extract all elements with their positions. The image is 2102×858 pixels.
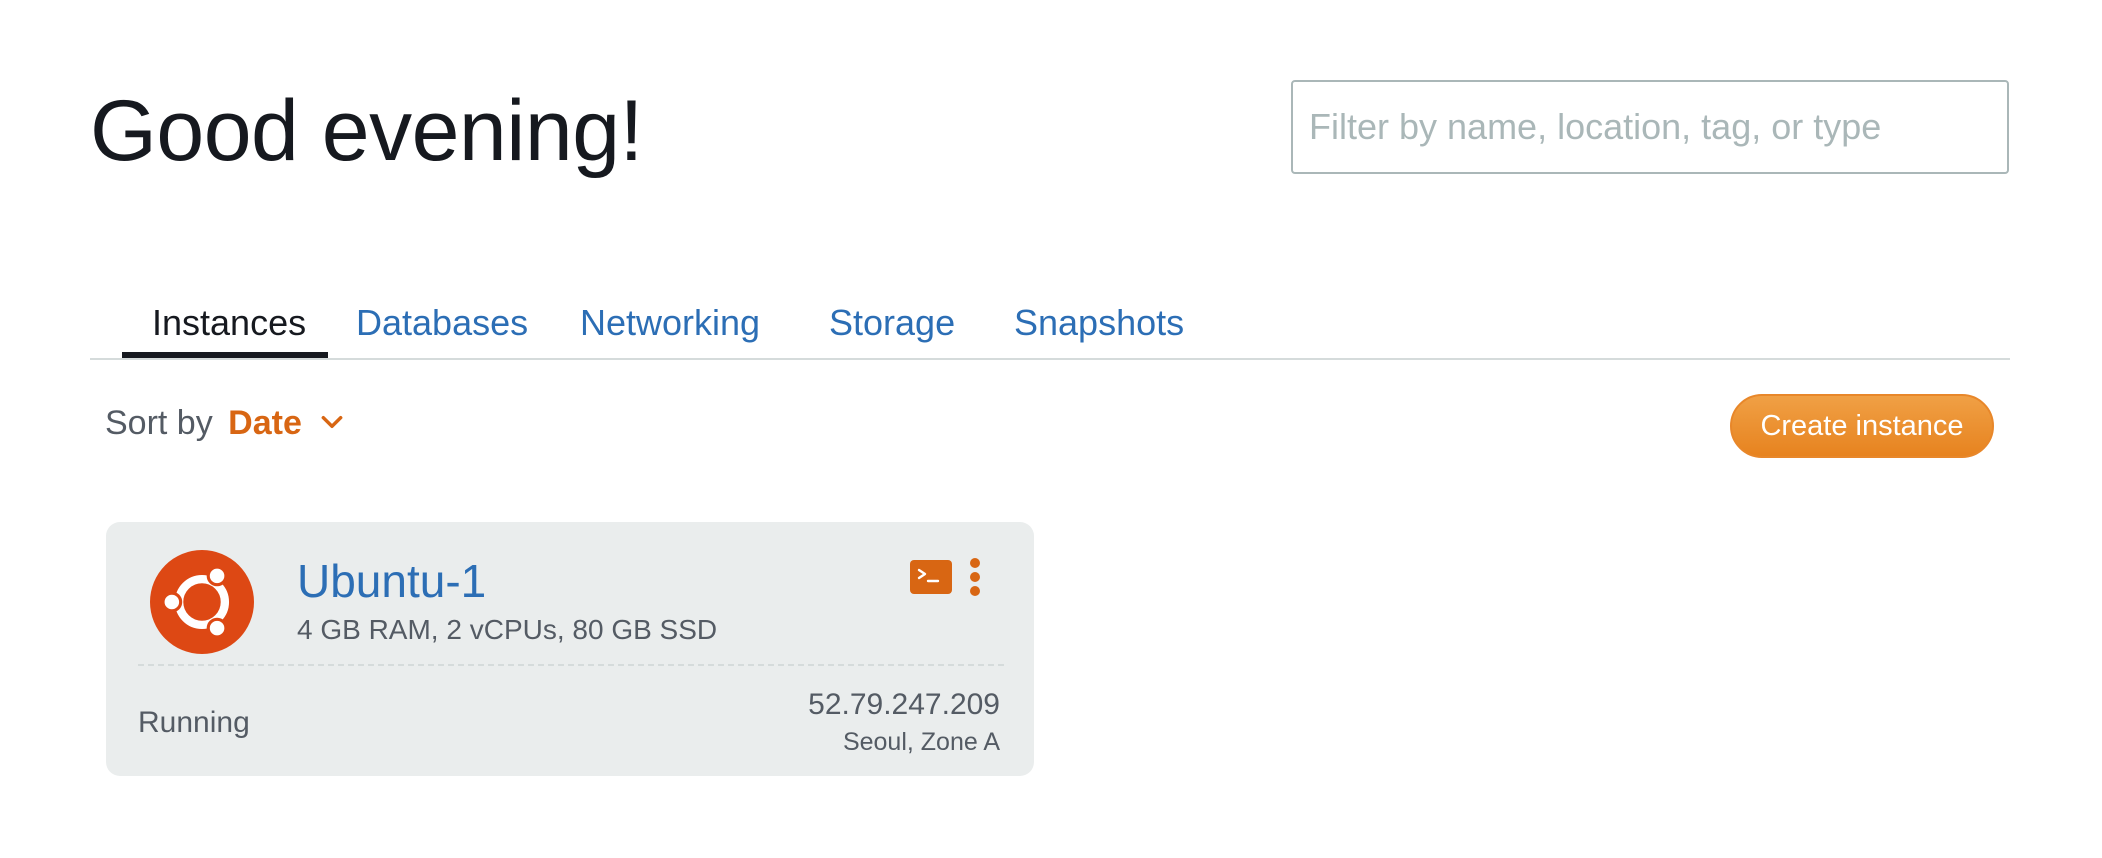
active-tab-indicator xyxy=(122,352,328,358)
tab-databases[interactable]: Databases xyxy=(356,302,528,344)
chevron-down-icon xyxy=(321,415,343,429)
instance-location: Seoul, Zone A xyxy=(842,728,1000,756)
page-title: Good evening! xyxy=(90,83,643,179)
sort-dropdown[interactable]: Sort by Date xyxy=(105,404,345,443)
tab-snapshots[interactable]: Snapshots xyxy=(1014,302,1184,344)
instance-ip: 52.79.247.209 xyxy=(808,688,1000,721)
tab-networking[interactable]: Networking xyxy=(580,302,760,344)
instance-specs: 4 GB RAM, 2 vCPUs, 80 GB SSD xyxy=(297,614,718,645)
instance-name-link[interactable]: Ubuntu-1 xyxy=(297,554,486,608)
tab-bar: Instances Databases Networking Storage S… xyxy=(90,280,2010,360)
tab-instances[interactable]: Instances xyxy=(152,302,306,344)
card-divider xyxy=(138,664,1004,666)
more-vertical-icon[interactable] xyxy=(968,557,982,597)
create-instance-button[interactable]: Create instance xyxy=(1730,394,1994,458)
sort-value: Date xyxy=(228,404,302,442)
terminal-icon[interactable] xyxy=(910,560,952,594)
filter-input[interactable] xyxy=(1291,80,2009,174)
instance-status: Running xyxy=(138,706,250,739)
ubuntu-logo-icon xyxy=(150,550,254,654)
sort-label: Sort by xyxy=(105,404,213,442)
instance-card: Ubuntu-1 4 GB RAM, 2 vCPUs, 80 GB SSD Ru… xyxy=(106,522,1034,776)
tab-storage[interactable]: Storage xyxy=(829,302,955,344)
